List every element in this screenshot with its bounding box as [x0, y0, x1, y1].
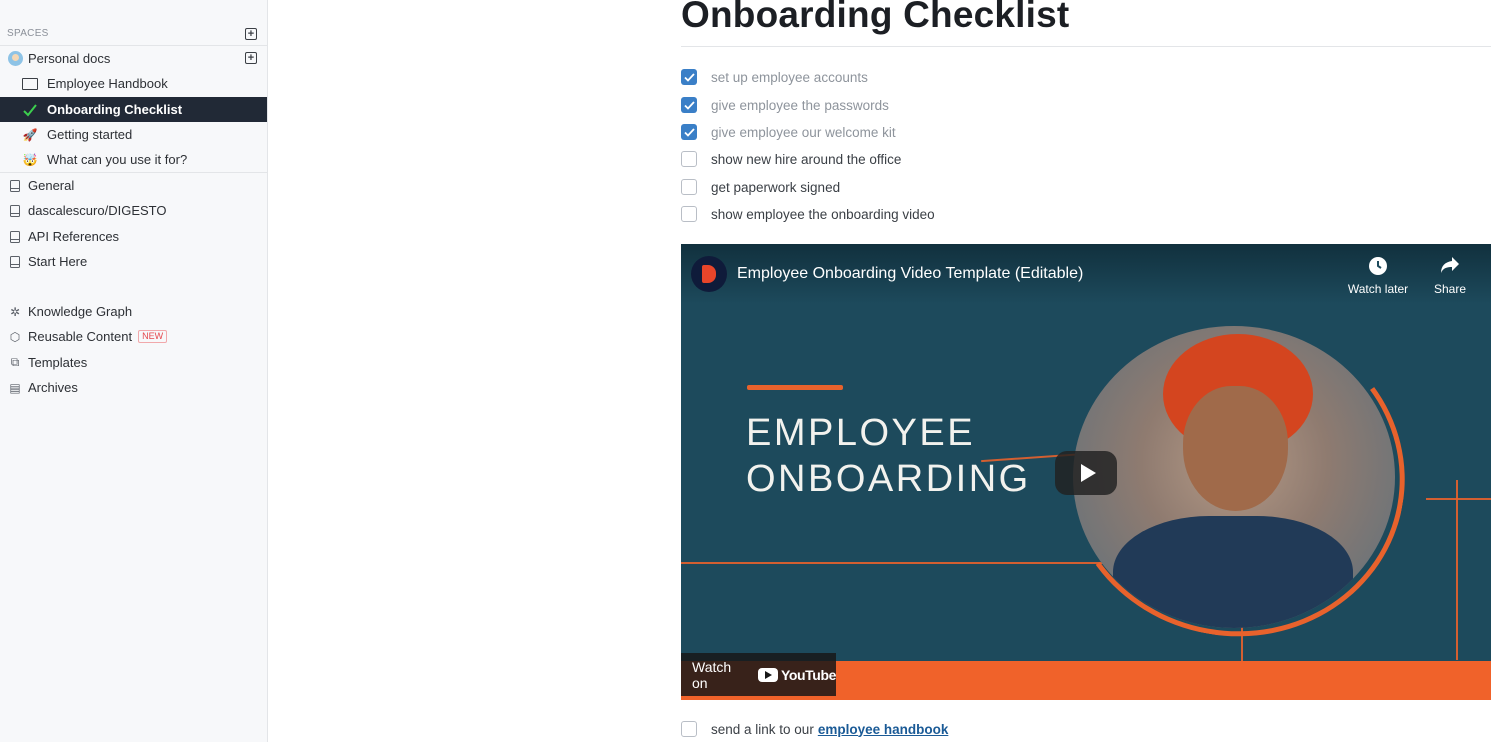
copy-icon: ⧉	[10, 355, 20, 369]
sidebar-item-label: Start Here	[28, 254, 88, 269]
task-item: show employee the onboarding video	[681, 205, 935, 223]
graph-icon: ✲	[9, 304, 21, 319]
book-icon	[7, 178, 23, 194]
decorative-line	[681, 562, 1111, 564]
spaces-label: SPACES	[7, 28, 49, 39]
sidebar-item-digesto[interactable]: dascalescuro/DIGESTO	[0, 198, 267, 223]
sidebar-item-label: General	[28, 178, 75, 193]
watch-later-label: Watch later	[1347, 282, 1409, 296]
sidebar-item-what-can-you-use[interactable]: 🤯 What can you use it for?	[0, 147, 267, 172]
sidebar-item-getting-started[interactable]: 🚀 Getting started	[0, 122, 267, 147]
watch-later-button[interactable]: Watch later	[1345, 256, 1411, 296]
watch-on-label: Watch on	[692, 658, 732, 691]
sidebar-item-label: Templates	[28, 355, 88, 370]
sidebar-item-label: dascalescuro/DIGESTO	[28, 203, 167, 218]
spaces-header: SPACES +	[0, 22, 267, 46]
decorative-dash	[747, 385, 843, 390]
sidebar-space-personal-docs[interactable]: Personal docs +	[0, 46, 267, 71]
sidebar-item-start-here[interactable]: Start Here	[0, 249, 267, 274]
task-text[interactable]: show new hire around the office	[711, 152, 901, 167]
sidebar-item-employee-handbook[interactable]: Employee Handbook	[0, 71, 267, 96]
video-headline-line-2: ONBOARDING	[746, 458, 1031, 500]
avatar-icon	[7, 51, 23, 67]
sidebar-item-label: What can you use it for?	[47, 152, 188, 167]
sidebar-item-archives[interactable]: ▤ Archives	[0, 375, 267, 400]
task-text[interactable]: give employee our welcome kit	[711, 125, 896, 140]
archive-icon: ▤	[9, 380, 21, 395]
sidebar-item-onboarding-checklist[interactable]: Onboarding Checklist	[0, 97, 267, 122]
cube-icon: ⬡	[9, 329, 21, 344]
task-item: set up employee accounts	[681, 68, 868, 86]
share-button[interactable]: Share	[1417, 256, 1483, 296]
new-badge: NEW	[138, 330, 168, 343]
task-item: give employee the passwords	[681, 96, 889, 114]
sidebar-item-reusable-content[interactable]: ⬡ Reusable Content NEW	[0, 324, 267, 349]
laptop-icon	[22, 76, 38, 92]
checkbox-checked[interactable]	[681, 124, 697, 140]
decorative-line	[1426, 498, 1491, 500]
sidebar-item-label: Personal docs	[28, 51, 111, 66]
sidebar-item-label: API References	[28, 229, 120, 244]
sidebar-item-templates[interactable]: ⧉ Templates	[0, 350, 267, 375]
video-headline-line-1: EMPLOYEE	[746, 412, 976, 454]
sidebar-item-label: Onboarding Checklist	[47, 102, 183, 117]
sidebar-item-label: Reusable Content	[28, 329, 133, 344]
sidebar-item-label: Archives	[28, 380, 78, 395]
sidebar-item-api-references[interactable]: API References	[0, 224, 267, 249]
checkbox-unchecked[interactable]	[681, 179, 697, 195]
task-text[interactable]: set up employee accounts	[711, 70, 868, 85]
checkbox-unchecked[interactable]	[681, 206, 697, 222]
youtube-logo-icon: YouTube	[757, 666, 836, 683]
play-button[interactable]	[1055, 451, 1117, 495]
task-item: send a link to our employee handbook	[681, 720, 948, 738]
rocket-icon: 🚀	[22, 127, 38, 142]
task-text[interactable]: give employee the passwords	[711, 98, 889, 113]
checkbox-checked[interactable]	[681, 97, 697, 113]
task-item: show new hire around the office	[681, 150, 901, 168]
employee-handbook-link[interactable]: employee handbook	[818, 722, 949, 737]
youtube-wordmark: YouTube	[780, 666, 836, 683]
watch-on-youtube-button[interactable]: Watch on YouTube	[681, 653, 836, 696]
checkbox-checked[interactable]	[681, 69, 697, 85]
add-page-icon[interactable]: +	[245, 52, 257, 64]
decorative-line	[1456, 480, 1458, 660]
title-divider	[681, 46, 1491, 47]
book-icon	[7, 229, 23, 245]
sidebar-item-label: Knowledge Graph	[28, 304, 133, 319]
sidebar-item-general[interactable]: General	[0, 173, 267, 198]
sidebar-item-label: Getting started	[47, 127, 133, 142]
book-icon	[7, 203, 23, 219]
checkbox-unchecked[interactable]	[681, 721, 697, 737]
sidebar: SPACES + Personal docs + Employee Handbo…	[0, 0, 268, 742]
task-item: give employee our welcome kit	[681, 123, 896, 141]
share-label: Share	[1433, 282, 1467, 296]
exploding-head-icon: 🤯	[22, 152, 38, 167]
book-icon	[7, 254, 23, 270]
task-item: get paperwork signed	[681, 178, 840, 196]
video-title[interactable]: Employee Onboarding Video Template (Edit…	[737, 265, 1083, 283]
task-text[interactable]: get paperwork signed	[711, 180, 840, 195]
check-icon	[22, 102, 38, 118]
task-text[interactable]: show employee the onboarding video	[711, 207, 935, 222]
page-title: Onboarding Checklist	[681, 0, 1070, 35]
play-icon	[1080, 464, 1096, 482]
share-icon	[1417, 256, 1483, 278]
sidebar-item-label: Employee Handbook	[47, 76, 168, 91]
clock-icon	[1345, 256, 1411, 278]
checkbox-unchecked[interactable]	[681, 151, 697, 167]
sidebar-item-knowledge-graph[interactable]: ✲ Knowledge Graph	[0, 299, 267, 324]
task-text[interactable]: send a link to our	[711, 722, 814, 737]
video-embed[interactable]: Employee Onboarding Video Template (Edit…	[681, 244, 1491, 700]
channel-logo-icon[interactable]	[691, 256, 727, 292]
add-space-icon[interactable]: +	[245, 27, 257, 40]
